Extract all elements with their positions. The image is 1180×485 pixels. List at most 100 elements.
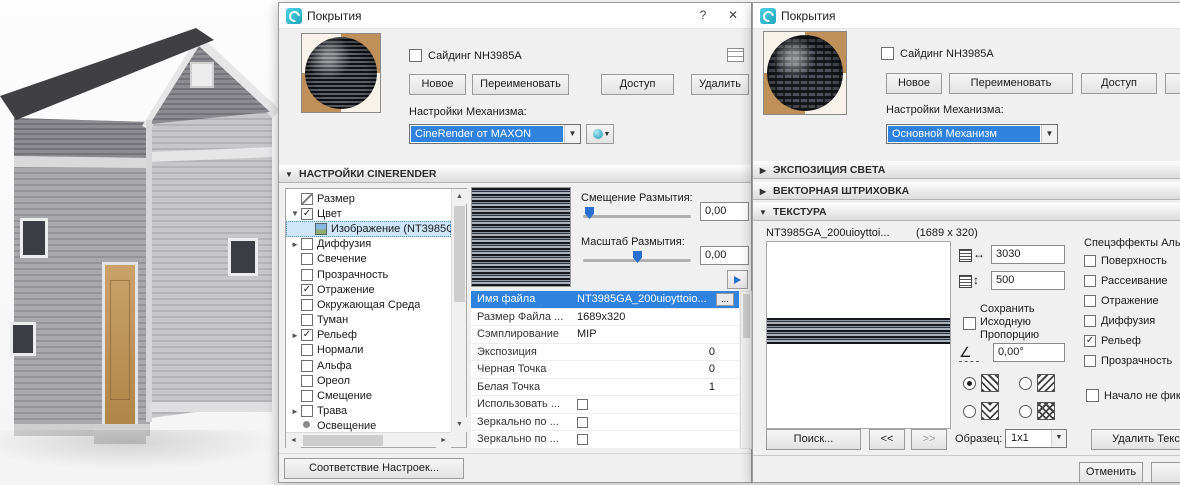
section-light-exposure[interactable]: ▶ ЭКСПОЗИЦИЯ СВЕТА <box>753 161 1180 179</box>
property-row-5[interactable]: Белая Точка 1 <box>471 379 739 396</box>
mirror-option-radio-3[interactable] <box>1019 405 1032 418</box>
tree-item-12[interactable]: Ореол <box>286 373 451 388</box>
close-button[interactable]: ✕ <box>719 3 747 28</box>
render-engine-menu-button[interactable]: ▼ <box>586 124 614 144</box>
property-row-6[interactable]: Использовать ... <box>471 396 739 414</box>
material-name-checkbox[interactable] <box>409 49 422 62</box>
partial-ok-button[interactable] <box>1151 462 1180 483</box>
tree-item-checkbox[interactable] <box>301 314 313 327</box>
tree-item-6[interactable]: ✓ Отражение <box>286 282 451 297</box>
table-scrollbar[interactable] <box>740 291 752 449</box>
delete-button[interactable]: Удалить <box>691 74 749 95</box>
delete-texture-button[interactable]: Удалить Текс <box>1091 429 1180 450</box>
tree-item-checkbox[interactable] <box>301 268 313 281</box>
alpha-effect-5[interactable]: Прозрачность <box>1084 351 1180 371</box>
browse-button[interactable]: ... <box>716 293 734 306</box>
tree-vertical-scrollbar[interactable]: ▲ ▼ <box>451 189 467 432</box>
alpha-effect-3[interactable]: Диффузия <box>1084 311 1180 331</box>
property-value[interactable]: 1689x320 <box>577 309 709 327</box>
scrollbar-thumb[interactable] <box>303 435 383 446</box>
engine-combobox[interactable]: Основной Механизм ▼ <box>886 124 1058 144</box>
tree-item-checkbox[interactable]: ✓ <box>301 329 313 342</box>
property-value[interactable]: 0 <box>577 344 715 362</box>
section-vectorial-hatching[interactable]: ▶ ВЕКТОРНАЯ ШТРИХОВКА <box>753 182 1180 200</box>
mirror-option-radio-1[interactable] <box>1019 377 1032 390</box>
texture-height-field[interactable]: 500 <box>991 271 1065 290</box>
scroll-down-icon[interactable]: ▼ <box>452 417 467 432</box>
access-button[interactable]: Доступ <box>601 74 674 95</box>
material-preview[interactable] <box>301 33 381 113</box>
property-value[interactable]: MIP <box>577 326 709 344</box>
blur-offset-field[interactable]: 0,00 <box>700 202 749 221</box>
rename-button[interactable]: Переименовать <box>472 74 569 95</box>
tree-item-1[interactable]: ▼ ✓ Цвет <box>286 206 451 221</box>
property-row-2[interactable]: Сэмплирование MIP <box>471 326 739 344</box>
texture-thumbnail[interactable] <box>471 187 571 287</box>
scrollbar-thumb[interactable] <box>454 206 465 302</box>
alpha-effect-1[interactable]: Рассеивание <box>1084 271 1180 291</box>
help-button[interactable]: ? <box>689 3 717 28</box>
texture-preview-box[interactable] <box>766 241 951 429</box>
property-row-1[interactable]: Размер Файла ... 1689x320 <box>471 309 739 327</box>
tree-item-checkbox[interactable] <box>301 374 313 387</box>
tree-item-checkbox[interactable] <box>301 405 313 418</box>
blur-offset-slider[interactable] <box>583 215 691 218</box>
alpha-effect-checkbox[interactable] <box>1084 355 1096 367</box>
property-checkbox[interactable] <box>577 399 588 410</box>
property-row-8[interactable]: Зеркально по ... <box>471 431 739 449</box>
alpha-effect-2[interactable]: Отражение <box>1084 291 1180 311</box>
new-button[interactable]: Новое <box>409 74 466 95</box>
scroll-up-icon[interactable]: ▲ <box>452 189 467 204</box>
chevron-right-icon[interactable]: ► <box>289 407 301 416</box>
access-button[interactable]: Доступ <box>1081 73 1157 94</box>
blur-scale-field[interactable]: 0,00 <box>700 246 749 265</box>
alpha-effect-0[interactable]: Поверхность <box>1084 251 1180 271</box>
rotation-angle-field[interactable]: 0,00° <box>993 343 1065 362</box>
search-button[interactable]: Поиск... <box>766 429 861 450</box>
tree-item-checkbox[interactable] <box>301 390 313 403</box>
new-button[interactable]: Новое <box>886 73 942 94</box>
property-row-3[interactable]: Экспозиция 0 <box>471 344 739 362</box>
tree-item-checkbox[interactable] <box>301 344 313 357</box>
tree-item-checkbox[interactable] <box>301 298 313 311</box>
previous-button[interactable]: << <box>869 429 905 450</box>
property-row-7[interactable]: Зеркально по ... <box>471 414 739 431</box>
alpha-effect-checkbox[interactable] <box>1084 295 1096 307</box>
tree-item-0[interactable]: Размер <box>286 191 451 206</box>
section-cinerender-settings[interactable]: ▼ НАСТРОЙКИ CINERENDER <box>279 165 751 183</box>
tree-item-4[interactable]: Свечение <box>286 252 451 267</box>
settings-match-button[interactable]: Соответствие Настроек... <box>284 458 464 479</box>
property-checkbox[interactable] <box>577 416 588 428</box>
tree-item-11[interactable]: Альфа <box>286 358 451 373</box>
property-value[interactable]: 0 <box>577 361 715 379</box>
tree-item-13[interactable]: Смещение <box>286 388 451 403</box>
tree-item-checkbox[interactable]: ✓ <box>301 207 313 220</box>
chevron-right-icon[interactable]: ► <box>289 240 301 249</box>
tree-item-9[interactable]: ► ✓ Рельеф <box>286 328 451 343</box>
mirror-option-radio-2[interactable] <box>963 405 976 418</box>
tree-item-7[interactable]: Окружающая Среда <box>286 297 451 312</box>
transfer-settings-button[interactable] <box>727 270 748 289</box>
scroll-right-icon[interactable]: ► <box>436 433 451 448</box>
alpha-effect-checkbox[interactable] <box>1084 275 1096 287</box>
tree-item-3[interactable]: ► Диффузия <box>286 237 451 252</box>
material-name-checkbox[interactable] <box>881 47 894 60</box>
tree-item-14[interactable]: ► Трава <box>286 404 451 419</box>
mirror-option-radio-0[interactable] <box>963 377 976 390</box>
scroll-left-icon[interactable]: ◄ <box>286 433 301 448</box>
chevron-right-icon[interactable]: ► <box>289 331 301 340</box>
titlebar[interactable]: Покрытия <box>753 3 1180 29</box>
property-value[interactable]: NT3985GA_200uioyttoio... <box>577 291 709 309</box>
tree-item-checkbox[interactable] <box>301 238 313 251</box>
keep-proportion-checkbox[interactable] <box>963 317 976 330</box>
chevron-down-icon[interactable]: ▼ <box>289 209 301 218</box>
material-info-icon[interactable] <box>727 48 744 62</box>
tree-item-2[interactable]: Изображение (NT3985GA_200 <box>286 221 451 237</box>
tree-item-10[interactable]: Нормали <box>286 343 451 358</box>
texture-width-field[interactable]: 3030 <box>991 245 1065 264</box>
scrollbar-thumb[interactable] <box>743 294 750 338</box>
property-row-4[interactable]: Черная Точка 0 <box>471 361 739 379</box>
tree-item-5[interactable]: Прозрачность <box>286 267 451 282</box>
tree-item-checkbox[interactable] <box>301 253 313 266</box>
property-checkbox[interactable] <box>577 434 588 445</box>
